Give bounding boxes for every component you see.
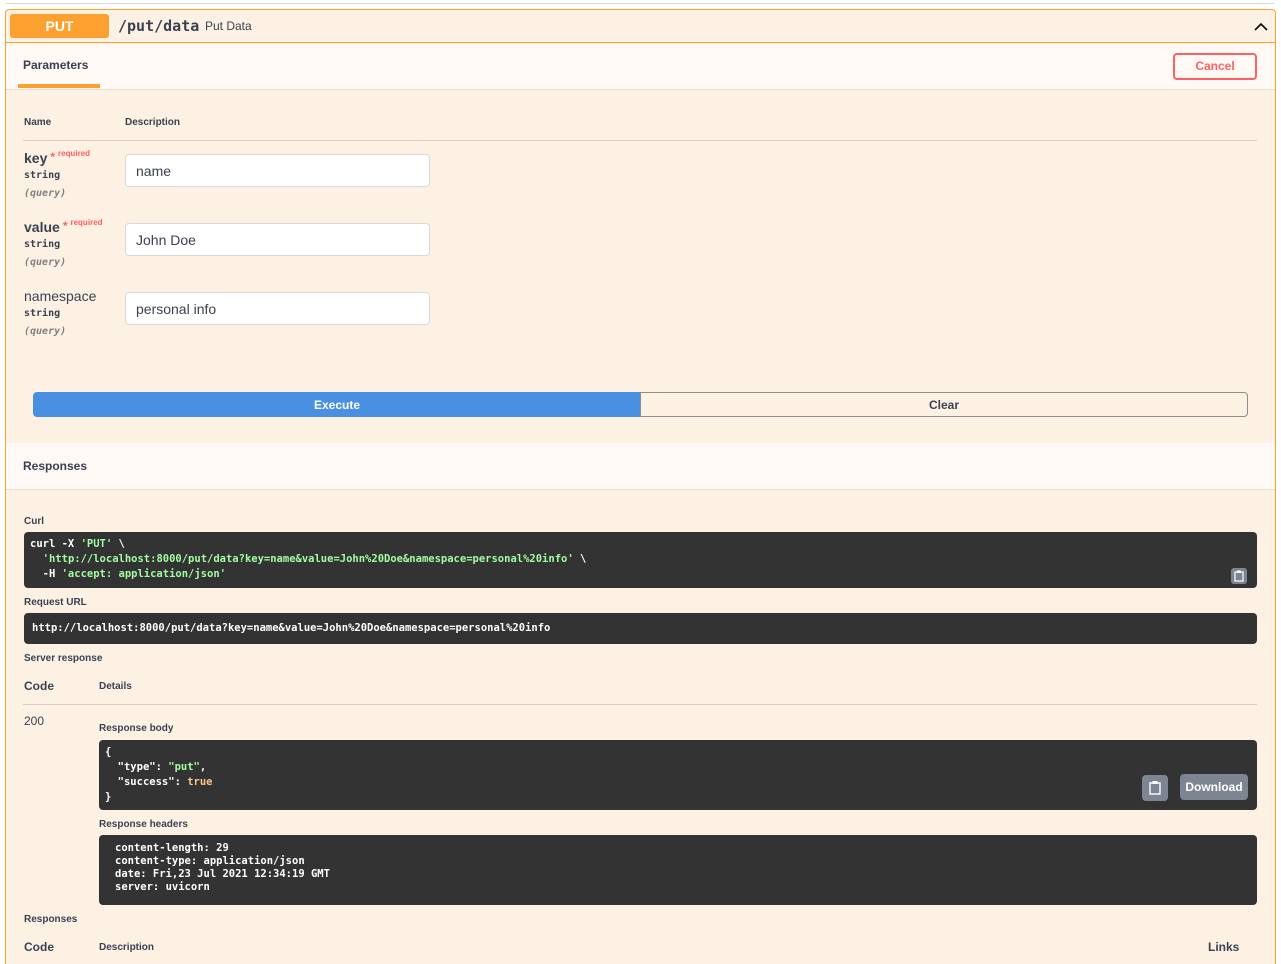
param-name-text: value — [24, 219, 60, 235]
top-divider — [6, 3, 1274, 4]
download-button[interactable]: Download — [1180, 774, 1248, 800]
operation-summary-text: Put Data — [205, 19, 252, 33]
execute-button[interactable]: Execute — [33, 392, 641, 417]
json-value: "put" — [168, 761, 200, 773]
response-body-label: Response body — [99, 723, 174, 734]
param-name: namespace — [24, 288, 97, 304]
curl-method: 'PUT' — [80, 538, 113, 550]
param-name-text: key — [24, 150, 48, 166]
param-type: string — [24, 170, 61, 181]
value-input[interactable] — [125, 223, 430, 256]
responses-links-header: Links — [1208, 940, 1240, 954]
json-brace: } — [105, 791, 112, 803]
required-star: * — [62, 219, 68, 233]
curl-header: 'accept: application/json' — [61, 568, 226, 580]
responses-title: Responses — [23, 459, 88, 473]
json-value: true — [187, 776, 213, 788]
param-name: key * required — [24, 149, 91, 166]
header-line: date: Fri,23 Jul 2021 12:34:19 GMT — [115, 868, 330, 880]
curl-code-block: curl -X 'PUT' \ 'http://localhost:8000/p… — [24, 532, 1257, 588]
responses-description-header: Description — [99, 942, 155, 953]
responses-label: Responses — [24, 914, 78, 925]
clear-button[interactable]: Clear — [640, 392, 1248, 417]
curl-flag: -H — [30, 568, 62, 580]
operation-block: PUT /put/data Put Data Parameters Cancel… — [5, 9, 1276, 964]
param-location: (query) — [24, 188, 67, 199]
chevron-up-icon[interactable] — [1253, 19, 1269, 35]
param-location: (query) — [24, 257, 67, 268]
curl-cmd: curl -X — [30, 538, 81, 550]
request-url-label: Request URL — [24, 597, 87, 608]
curl-url: 'http://localhost:8000/put/data?key=name… — [42, 553, 574, 565]
namespace-input[interactable] — [125, 292, 430, 325]
response-headers-block: content-length: 29 content-type: applica… — [99, 835, 1257, 905]
key-input[interactable] — [125, 154, 430, 187]
param-type: string — [24, 308, 61, 319]
params-divider — [23, 140, 1257, 141]
curl-continuation: \ — [573, 553, 587, 565]
column-name-header: Name — [24, 117, 52, 128]
copy-icon[interactable] — [1231, 568, 1247, 584]
method-badge: PUT — [10, 14, 109, 38]
response-body-block: { "type": "put", "success": true } — [99, 740, 1257, 810]
parameters-header: Parameters Cancel — [6, 44, 1275, 90]
responses-header: Responses — [6, 443, 1275, 490]
param-name: value * required — [24, 218, 103, 235]
required-label: required — [70, 218, 103, 227]
copy-icon[interactable] — [1142, 775, 1168, 801]
column-description-header: Description — [125, 117, 181, 128]
tab-parameters[interactable]: Parameters — [23, 58, 88, 72]
request-url-block: http://localhost:8000/put/data?key=name&… — [24, 613, 1257, 644]
curl-label: Curl — [24, 516, 44, 527]
response-headers-label: Response headers — [99, 819, 188, 830]
operation-summary[interactable]: PUT /put/data Put Data — [6, 10, 1275, 43]
server-response-divider — [23, 704, 1257, 705]
details-column-header: Details — [99, 681, 132, 692]
param-location: (query) — [24, 326, 67, 337]
json-key: "type" — [117, 761, 156, 773]
json-brace: { — [105, 746, 112, 758]
curl-continuation: \ — [112, 538, 125, 550]
code-column-header: Code — [24, 679, 54, 693]
required-star: * — [50, 150, 56, 164]
json-key: "success" — [117, 776, 175, 788]
operation-path: /put/data — [118, 17, 200, 35]
server-response-label: Server response — [24, 653, 103, 664]
header-line: content-type: application/json — [115, 855, 305, 867]
status-code: 200 — [24, 714, 45, 728]
param-type: string — [24, 239, 61, 250]
header-line: server: uvicorn — [115, 881, 210, 893]
tab-underline — [18, 84, 100, 88]
responses-code-header: Code — [24, 940, 54, 954]
header-line: content-length: 29 — [115, 842, 229, 854]
cancel-button[interactable]: Cancel — [1173, 53, 1257, 80]
required-label: required — [58, 149, 91, 158]
request-url-text: http://localhost:8000/put/data?key=name&… — [32, 622, 551, 634]
